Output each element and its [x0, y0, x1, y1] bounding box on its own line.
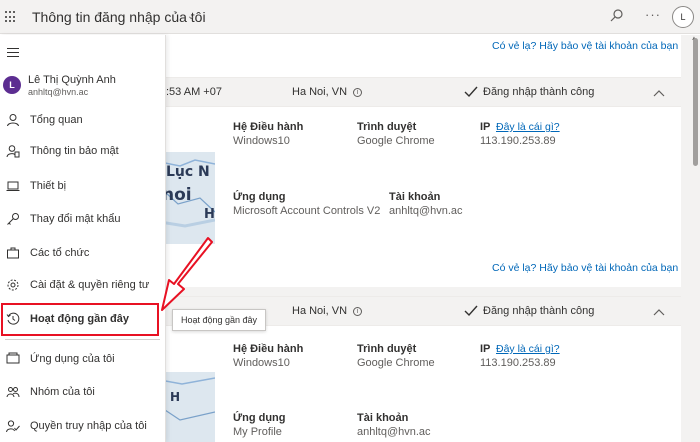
laptop-icon	[6, 181, 20, 191]
annotation-arrow	[161, 237, 213, 311]
user-avatar: L	[3, 76, 21, 94]
access-icon	[6, 420, 20, 433]
session-status: Đăng nhập thành công	[483, 86, 595, 98]
ip-value: 113.190.253.89	[480, 135, 556, 147]
secure-account-link[interactable]: Có vẻ lạ? Hãy bảo vệ tài khoản của bạn	[492, 40, 678, 52]
account-label: Tài khoản	[357, 412, 409, 424]
collapse-icon[interactable]	[653, 308, 665, 318]
map-label: noi	[162, 185, 192, 205]
search-icon[interactable]	[609, 8, 625, 24]
nav-item-label: Thay đổi mật khẩu	[30, 213, 121, 225]
app-value: Microsoft Account Controls V2	[233, 205, 381, 217]
collapse-icon[interactable]	[653, 89, 665, 99]
nav-item-label: Nhóm của tôi	[30, 386, 95, 398]
nav-item-security-info[interactable]: Thông tin bảo mật	[0, 138, 165, 164]
map-label: Lục N	[166, 164, 210, 180]
location-map: H	[160, 372, 215, 442]
top-bar: Thông tin đăng nhập của tôi ⌄ ··· L	[0, 0, 700, 34]
security-info-icon	[6, 145, 20, 158]
nav-item-label: Ứng dụng của tôi	[30, 353, 115, 365]
os-label: Hệ Điều hành	[233, 343, 304, 355]
nav-item-my-groups[interactable]: Nhóm của tôi	[0, 379, 165, 405]
os-value: Windows10	[233, 357, 290, 369]
apps-icon	[6, 352, 20, 364]
browser-value: Google Chrome	[357, 357, 435, 369]
app-label: Ứng dụng	[233, 412, 286, 424]
person-icon	[7, 114, 19, 127]
nav-item-label: Thiết bị	[30, 180, 67, 192]
ip-label: IP	[480, 343, 491, 355]
menu-icon[interactable]	[7, 48, 19, 57]
browser-label: Trình duyệt	[357, 343, 417, 355]
app-value: My Profile	[233, 426, 282, 438]
tooltip: Hoạt động gần đây	[172, 309, 267, 331]
gear-icon	[7, 279, 19, 291]
account-label: Tài khoản	[389, 191, 441, 203]
check-icon	[464, 86, 478, 98]
info-icon[interactable]: i	[353, 307, 363, 316]
nav-item-organizations[interactable]: Các tổ chức	[0, 240, 165, 266]
ip-label: IP	[480, 121, 491, 133]
map-label: H	[170, 390, 181, 404]
highlight-box	[1, 303, 159, 336]
nav-panel: L Lê Thị Quỳnh Anh anhltq@hvn.ac Tổng qu…	[0, 35, 166, 442]
secure-account-link[interactable]: Có vẻ lạ? Hãy bảo vệ tài khoản của bạn	[492, 262, 678, 274]
chevron-down-icon[interactable]: ⌄	[187, 11, 195, 22]
info-icon[interactable]: i	[353, 88, 363, 97]
nav-item-label: Thông tin bảo mật	[30, 145, 119, 157]
ip-info-link[interactable]: Đây là cái gì?	[496, 121, 560, 133]
session-location: Ha Noi, VN i	[292, 305, 363, 317]
group-icon	[6, 387, 20, 398]
app-launcher-icon[interactable]	[5, 11, 17, 23]
os-value: Windows10	[233, 135, 290, 147]
user-email: anhltq@hvn.ac	[28, 87, 89, 97]
account-value: anhltq@hvn.ac	[389, 205, 463, 217]
nav-item-label: Cài đặt & quyền riêng tư	[30, 279, 150, 291]
nav-item-label: Các tổ chức	[30, 247, 90, 259]
nav-divider	[5, 339, 160, 340]
nav-item-devices[interactable]: Thiết bị	[0, 173, 165, 199]
check-icon	[464, 305, 478, 317]
nav-item-settings-privacy[interactable]: Cài đặt & quyền riêng tư	[0, 272, 165, 298]
user-name: Lê Thị Quỳnh Anh	[28, 74, 116, 86]
briefcase-icon	[7, 247, 19, 259]
nav-item-label: Tổng quan	[30, 114, 83, 126]
os-label: Hệ Điều hành	[233, 121, 304, 133]
ip-value: 113.190.253.89	[480, 357, 556, 369]
nav-item-change-password[interactable]: Thay đổi mật khẩu	[0, 206, 165, 232]
ip-info-link[interactable]: Đây là cái gì?	[496, 343, 560, 355]
nav-item-my-access[interactable]: Quyền truy nhập của tôi	[0, 413, 165, 439]
scrollbar-thumb[interactable]	[693, 38, 698, 166]
session-status: Đăng nhập thành công	[483, 305, 595, 317]
account-avatar[interactable]: L	[672, 6, 694, 28]
location-map: Lục N noi H	[160, 152, 215, 244]
browser-label: Trình duyệt	[357, 121, 417, 133]
browser-value: Google Chrome	[357, 135, 435, 147]
account-value: anhltq@hvn.ac	[357, 426, 431, 438]
session-location: Ha Noi, VN i	[292, 86, 363, 98]
session-time: :53 AM +07	[166, 86, 222, 98]
key-icon	[7, 213, 19, 225]
app-title[interactable]: Thông tin đăng nhập của tôi	[32, 9, 206, 25]
more-options-icon[interactable]: ···	[645, 7, 661, 22]
app-label: Ứng dụng	[233, 191, 286, 203]
nav-item-my-apps[interactable]: Ứng dụng của tôi	[0, 346, 165, 372]
map-label: H	[204, 207, 215, 222]
nav-item-label: Quyền truy nhập của tôi	[30, 420, 147, 432]
nav-item-overview[interactable]: Tổng quan	[0, 107, 165, 133]
